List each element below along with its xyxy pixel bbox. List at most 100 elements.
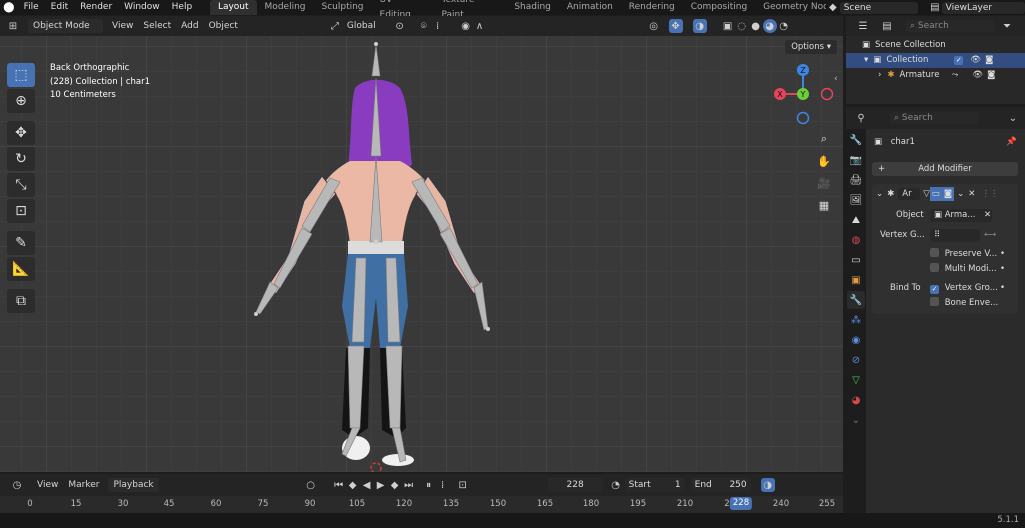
shading-solid-icon[interactable]: ● [749, 19, 763, 33]
remove-modifier-icon[interactable]: ✕ [968, 187, 975, 201]
collection-tab-icon[interactable]: ▭ [847, 251, 865, 269]
current-frame-field[interactable]: 228 [547, 478, 603, 492]
tab-geometry-nodes[interactable]: Geometry Nodes [755, 0, 826, 15]
rotate-tool-icon[interactable]: ↻ [7, 147, 35, 171]
tab-animation[interactable]: Animation [559, 0, 621, 15]
pivot-icon[interactable]: ⊙ [393, 19, 407, 33]
blender-logo-icon[interactable]: ⬤ [0, 1, 18, 15]
properties-options-icon[interactable]: ⌄ [1006, 111, 1020, 125]
tool-tab-icon[interactable]: 🔧 [847, 131, 865, 149]
bind-vertex-groups-option[interactable]: ✓ Vertex Gro... [930, 281, 998, 295]
expand-icon[interactable]: › [878, 68, 881, 83]
expand-icon[interactable]: ▾ [864, 53, 868, 68]
outliner-search-input[interactable]: ⌕ Search [906, 20, 994, 32]
constraints-tab-icon[interactable]: ⊘ [847, 351, 865, 369]
gizmo-toggle-icon[interactable]: ✥ [668, 19, 683, 33]
proportional-edit-icon[interactable]: ◉ [459, 19, 473, 33]
timeline-menu-marker[interactable]: Marker [63, 478, 104, 492]
menu-edit[interactable]: Edit [45, 0, 74, 15]
data-tab-icon[interactable]: ▽ [847, 371, 865, 389]
camera-view-icon[interactable]: 🎥 [814, 173, 834, 193]
options-dropdown[interactable]: Options ▾ [785, 40, 837, 54]
bind-bone-envelopes-option[interactable]: Bone Enve... [930, 296, 998, 310]
collection-checkbox[interactable]: ✓ [954, 56, 964, 65]
tab-rendering[interactable]: Rendering [621, 0, 683, 15]
multi-modifier-keyframe-icon[interactable]: • [1000, 262, 1005, 276]
jump-start-icon[interactable]: ⏮ [332, 478, 346, 492]
play-reverse-icon[interactable]: ◀ [360, 478, 374, 492]
object-tab-icon[interactable]: ▣ [847, 271, 865, 289]
editor-type-icon[interactable]: ⊞ [6, 19, 20, 33]
more-tabs-icon[interactable]: ⌄ [847, 411, 865, 429]
output-tab-icon[interactable]: 🖨 [847, 171, 865, 189]
select-box-tool-icon[interactable]: ⬚ [7, 63, 35, 87]
timeline-menu-view[interactable]: View [32, 478, 63, 492]
transform-tool-icon[interactable]: ⊡ [7, 199, 35, 223]
zoom-icon[interactable]: ⌕ [814, 129, 834, 149]
properties-editor-icon[interactable]: ⚲ [854, 111, 868, 125]
scale-tool-icon[interactable]: ⤡ [7, 173, 35, 197]
preserve-volume-option[interactable]: Preserve V... [930, 247, 997, 261]
viewport-toggle-icon[interactable]: ▭ [929, 187, 942, 201]
properties-search-input[interactable]: ⌕ Search [890, 112, 978, 124]
modifier-name-field[interactable]: Ar [898, 188, 921, 200]
prev-keyframe-icon[interactable]: ◆ [346, 478, 360, 492]
keying-icon[interactable]: ⏸ [422, 478, 436, 492]
annotate-tool-icon[interactable]: ✎ [7, 231, 35, 255]
armature-visibility-icon[interactable]: 👁 [972, 68, 983, 83]
snap-settings-icon[interactable]: ⁞ [431, 19, 445, 33]
outliner-row-scene-collection[interactable]: ▣ Scene Collection [862, 38, 946, 53]
shading-wireframe-icon[interactable]: ◌ [735, 19, 749, 33]
menu-add[interactable]: Add [176, 19, 203, 33]
collapse-icon[interactable]: ⌄ [876, 187, 883, 201]
sync-icon[interactable]: ⊡ [456, 478, 470, 492]
object-name[interactable]: char1 [891, 137, 915, 147]
preview-range-icon[interactable]: ◔ [609, 478, 623, 492]
preserve-volume-keyframe-icon[interactable]: • [1000, 247, 1005, 261]
invert-vertex-group-icon[interactable]: ⟷ [984, 228, 996, 242]
scene-selector[interactable]: Scene [839, 1, 919, 14]
bind-vertex-groups-checkbox[interactable]: ✓ [930, 285, 939, 294]
outliner-editor-icon[interactable]: ☰ [856, 19, 870, 33]
render-tab-icon[interactable]: 📷 [847, 151, 865, 169]
menu-render[interactable]: Render [74, 0, 118, 15]
tab-shading[interactable]: Shading [506, 0, 559, 15]
snap-icon[interactable]: ⌾ [417, 19, 431, 33]
tab-layout[interactable]: Layout [209, 0, 257, 15]
collection-visibility-icon[interactable]: 👁 [970, 53, 981, 68]
filter-icon[interactable]: ⏷ [1000, 19, 1014, 33]
render-toggle-icon[interactable]: ◙ [941, 187, 955, 201]
menu-select[interactable]: Select [138, 19, 176, 33]
tab-modeling[interactable]: Modeling [257, 0, 314, 15]
falloff-icon[interactable]: ∧ [473, 19, 487, 33]
jump-end-icon[interactable]: ⏭ [402, 478, 416, 492]
navigation-gizmo[interactable]: Z X Y [772, 62, 834, 126]
modifier-menu-icon[interactable]: ⌄ [957, 187, 964, 201]
transform-orientation-selector[interactable]: Global [342, 19, 381, 33]
modifier-tab-icon[interactable]: 🔧 [847, 291, 865, 309]
shading-material-icon[interactable]: ◕ [762, 19, 777, 33]
view-layer-tab-icon[interactable]: 🖼 [847, 191, 865, 209]
pan-hand-icon[interactable]: ✋ [814, 151, 834, 171]
sidebar-toggle-icon[interactable]: ‹ [834, 74, 838, 84]
add-cube-tool-icon[interactable]: ⧉ [7, 289, 35, 313]
outliner-row-collection[interactable]: ▾ ▣ Collection ✓ 👁 ◙ [846, 53, 1025, 68]
particles-tab-icon[interactable]: ⁂ [847, 311, 865, 329]
physics-tab-icon[interactable]: ◉ [847, 331, 865, 349]
outliner-row-armature[interactable]: › ✱ Armature ⤳ 👁 ◙ [878, 68, 1025, 83]
measure-tool-icon[interactable]: 📐 [7, 257, 35, 281]
scene-tab-icon[interactable]: ⛰ [847, 211, 865, 229]
3d-viewport[interactable]: Back Orthographic (228) Collection | cha… [0, 36, 843, 472]
add-modifier-button[interactable]: + Add Modifier [872, 162, 1018, 176]
tab-compositing[interactable]: Compositing [683, 0, 755, 15]
object-field[interactable]: ▣ Arma... [930, 209, 992, 222]
next-keyframe-icon[interactable]: ◆ [388, 478, 402, 492]
timeline-overlay-icon[interactable]: ◑ [760, 478, 775, 492]
menu-object[interactable]: Object [204, 19, 243, 33]
collection-render-icon[interactable]: ◙ [985, 53, 993, 68]
menu-view[interactable]: View [107, 19, 138, 33]
overlays-toggle-icon[interactable]: ◑ [692, 19, 707, 33]
preserve-volume-checkbox[interactable] [930, 248, 939, 257]
armature-render-icon[interactable]: ◙ [987, 68, 995, 83]
character-model[interactable] [240, 36, 510, 472]
